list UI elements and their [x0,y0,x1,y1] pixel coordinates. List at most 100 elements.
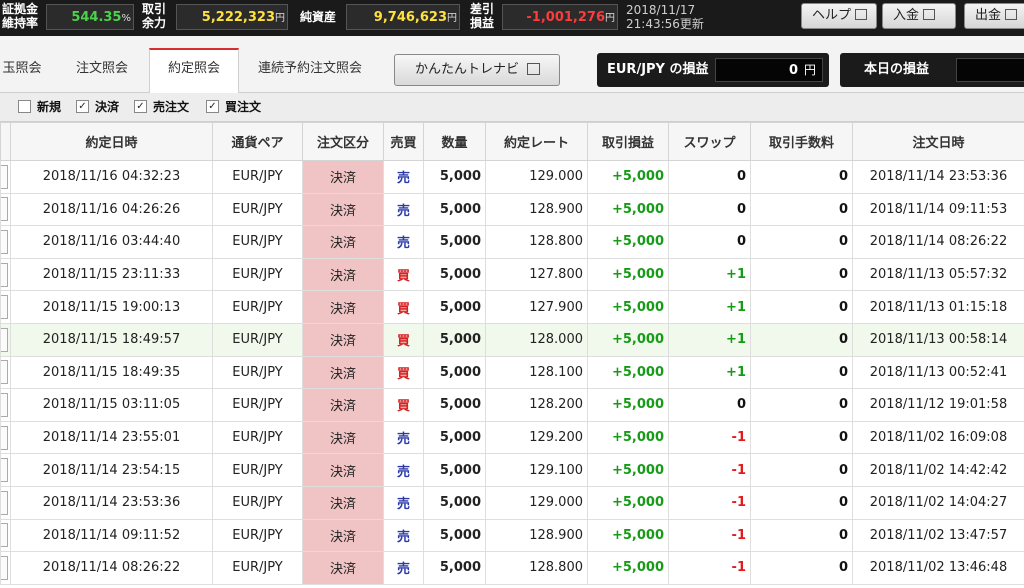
header-fee[interactable]: 取引手数料 [750,122,853,161]
row-select-button[interactable] [0,388,11,422]
header-order-type[interactable]: 注文区分 [302,122,384,161]
fee-cell: 0 [750,518,853,553]
row-select-handle[interactable] [1,523,8,548]
update-date: 2018/11/17 [626,3,696,17]
table-row[interactable]: 2018/11/14 23:54:15 EUR/JPY 決済売 5,000 129.10… [0,453,1024,487]
order-type-cell: 決済 [302,225,384,259]
row-select-handle[interactable] [1,425,8,450]
today-pl-label: 本日の損益 [864,62,930,77]
table-row[interactable]: 2018/11/15 23:11:33 EUR/JPY 決済買 5,000 127.80… [0,257,1024,292]
header-quantity[interactable]: 数量 [423,122,486,161]
header-currency-pair[interactable]: 通貨ペア [212,122,303,161]
table-row[interactable]: 2018/11/16 04:26:26 EUR/JPY 決済売 5,000 128.90… [0,192,1024,227]
quantity-cell: 5,000 [423,453,486,487]
row-select-button[interactable] [0,192,11,227]
fee-cell: 0 [750,420,853,455]
row-select-handle[interactable] [1,360,8,385]
tab-ifdoco-orders[interactable]: 連続予約注文照会 [244,50,376,90]
help-button[interactable]: ヘルプ [801,3,877,29]
row-select-button[interactable] [0,290,11,324]
table-row[interactable]: 2018/11/14 23:53:36 EUR/JPY 決済売 5,000 129.00… [0,485,1024,520]
header-side[interactable]: 売買 [383,122,424,161]
row-select-handle[interactable] [1,392,8,417]
table-row[interactable]: 2018/11/15 18:49:57 EUR/JPY 決済買 5,000 128.00… [0,322,1024,357]
fee-cell: 0 [750,388,853,422]
deposit-button[interactable]: 入金 [882,3,956,29]
table-row[interactable]: 2018/11/16 03:44:40 EUR/JPY 決済売 5,000 128.80… [0,225,1024,259]
row-select-button[interactable] [0,225,11,259]
filter-sell-checkbox[interactable]: ✓ 売注文 [134,100,189,114]
checkbox-checked-icon: ✓ [76,100,89,113]
header-exec-rate[interactable]: 約定レート [485,122,588,161]
row-select-handle[interactable] [1,458,8,483]
side-cell: 買 [383,388,424,422]
exec-datetime-cell: 2018/11/15 19:00:13 [10,290,213,324]
header-exec-datetime[interactable]: 約定日時 [10,122,213,161]
exec-rate-cell: 128.000 [485,322,588,357]
currency-pair-cell: EUR/JPY [212,518,303,553]
table-row[interactable]: 2018/11/15 03:11:05 EUR/JPY 決済買 5,000 128.20… [0,388,1024,422]
table-row[interactable]: 2018/11/16 04:32:23 EUR/JPY 決済売 5,000 129.00… [0,160,1024,194]
trade-pl-cell: +5,000 [587,485,669,520]
tab-orders[interactable]: 注文照会 [60,50,144,90]
row-select-handle[interactable] [1,164,8,189]
swap-cell: 0 [668,160,751,194]
order-datetime-cell: 2018/11/13 00:52:41 [852,355,1024,390]
row-select-button[interactable] [0,518,11,553]
side-cell: 売 [383,192,424,227]
row-select-handle[interactable] [1,555,8,580]
easy-trade-navi-button[interactable]: かんたんトレナビ [394,54,560,86]
table-row[interactable]: 2018/11/14 09:11:52 EUR/JPY 決済売 5,000 128.90… [0,518,1024,553]
filter-settle-checkbox[interactable]: ✓ 決済 [76,100,119,114]
net-pl-label: 差引 損益 [470,2,494,38]
row-select-button[interactable] [0,322,11,357]
filter-leading-mark: : [0,100,1,114]
quantity-cell: 5,000 [423,160,486,194]
row-select-handle[interactable] [1,295,8,320]
exec-rate-cell: 128.100 [485,355,588,390]
header-swap[interactable]: スワップ [668,122,751,161]
quantity-cell: 5,000 [423,420,486,455]
external-window-icon [923,9,936,20]
row-select-handle[interactable] [1,327,8,352]
header-trade-pl[interactable]: 取引損益 [587,122,669,161]
order-datetime-cell: 2018/11/02 13:47:57 [852,518,1024,553]
row-select-handle[interactable] [1,197,8,222]
table-row[interactable]: 2018/11/14 23:55:01 EUR/JPY 決済売 5,000 129.20… [0,420,1024,455]
exec-rate-cell: 128.900 [485,192,588,227]
filter-new-label: 新規 [37,100,62,114]
table-row[interactable]: 2018/11/15 19:00:13 EUR/JPY 決済買 5,000 127.90… [0,290,1024,324]
row-select-handle[interactable] [1,490,8,515]
tab-positions[interactable]: 玉照会 [0,50,46,90]
header-order-datetime[interactable]: 注文日時 [852,122,1024,161]
table-row[interactable]: 2018/11/15 18:49:35 EUR/JPY 決済買 5,000 128.10… [0,355,1024,390]
margin-label-line1: 証拠金 [2,2,39,16]
table-row[interactable]: 2018/11/14 08:26:22 EUR/JPY 決済売 5,000 128.80… [0,551,1024,585]
order-datetime-cell: 2018/11/13 01:15:18 [852,290,1024,324]
row-select-button[interactable] [0,420,11,455]
filter-new-checkbox[interactable]: 新規 [18,100,61,114]
row-select-button[interactable] [0,551,11,585]
exec-rate-cell: 129.000 [485,160,588,194]
exec-datetime-cell: 2018/11/16 04:32:23 [10,160,213,194]
withdraw-button[interactable]: 出金 [964,3,1024,29]
row-select-button[interactable] [0,355,11,390]
row-select-handle[interactable] [1,229,8,254]
currency-pair-cell: EUR/JPY [212,192,303,227]
row-select-button[interactable] [0,160,11,194]
row-select-button[interactable] [0,257,11,292]
fee-cell: 0 [750,453,853,487]
row-select-button[interactable] [0,485,11,520]
side-cell: 売 [383,225,424,259]
currency-pair-cell: EUR/JPY [212,160,303,194]
order-type-cell: 決済 [302,485,384,520]
tab-executions[interactable]: 約定照会 [149,48,239,95]
account-status-bar: 証拠金 維持率 544.35% 取引 余力 5,222,323円 純資産 9,7… [0,0,1024,36]
withdraw-button-label: 出金 [975,8,1002,23]
row-select-handle[interactable] [1,262,8,287]
row-select-button[interactable] [0,453,11,487]
filter-buy-checkbox[interactable]: ✓ 買注文 [206,100,261,114]
exec-rate-cell: 128.900 [485,518,588,553]
side-cell: 買 [383,355,424,390]
swap-cell: -1 [668,551,751,585]
